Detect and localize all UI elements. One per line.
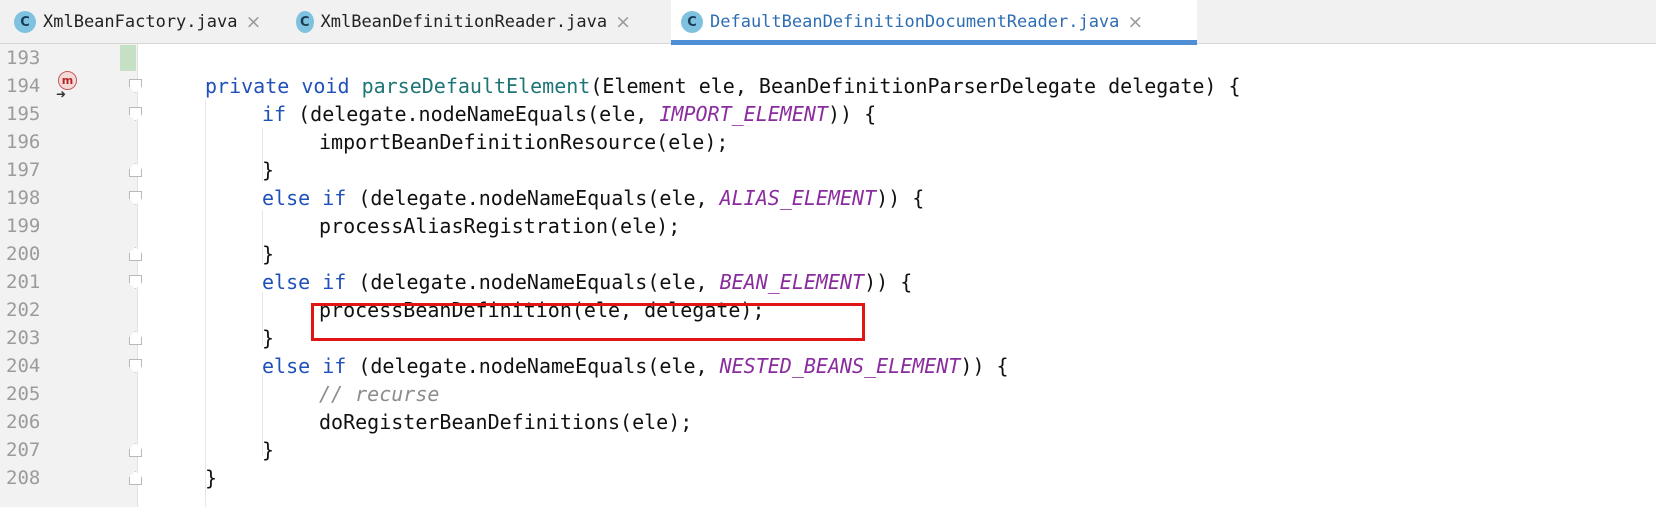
code-line: 194 m ➜ private void parseDefaultElement…: [0, 71, 1656, 101]
code-text: doRegisterBeanDefinitions(ele);: [319, 410, 693, 434]
code-line: 205 // recurse: [0, 380, 1656, 408]
fold-close-icon[interactable]: [129, 471, 142, 485]
comment-text: // recurse: [319, 382, 440, 406]
fold-open-icon[interactable]: [129, 275, 142, 289]
tab-xml-bean-definition-reader[interactable]: C XmlBeanDefinitionReader.java ×: [282, 0, 631, 44]
code-line: 206 doRegisterBeanDefinitions(ele);: [0, 408, 1656, 436]
tab-label: XmlBeanDefinitionReader.java: [320, 12, 608, 32]
code-text: processAliasRegistration(ele);: [319, 214, 681, 238]
code-line: 208 }: [0, 464, 1656, 492]
line-number: 200: [6, 243, 41, 265]
line-number: 205: [6, 383, 41, 405]
code-line: 199 processAliasRegistration(ele);: [0, 212, 1656, 240]
line-number: 199: [6, 215, 41, 237]
highlight-box: [311, 303, 865, 341]
code-line: 193: [0, 44, 1656, 72]
current-line-marker: [120, 45, 136, 71]
code-text: private void parseDefaultElement(Element…: [205, 74, 1241, 98]
fold-close-icon[interactable]: [129, 163, 142, 177]
fold-open-icon[interactable]: [129, 359, 142, 373]
close-icon[interactable]: ×: [245, 11, 261, 33]
line-number: 207: [6, 439, 41, 461]
fold-open-icon[interactable]: [129, 107, 142, 121]
code-text: }: [262, 242, 275, 266]
line-number: 195: [6, 103, 41, 125]
fold-close-icon[interactable]: [129, 247, 142, 261]
class-icon: C: [14, 11, 36, 33]
line-number: 198: [6, 187, 41, 209]
line-number: 206: [6, 411, 41, 433]
code-text: }: [262, 326, 275, 350]
tab-label: DefaultBeanDefinitionDocumentReader.java: [710, 12, 1120, 32]
code-line: 200 }: [0, 240, 1656, 268]
code-text: else if (delegate.nodeNameEquals(ele, BE…: [262, 270, 913, 294]
code-text: else if (delegate.nodeNameEquals(ele, AL…: [262, 186, 925, 210]
tab-default-bean-definition-document-reader[interactable]: C DefaultBeanDefinitionDocumentReader.ja…: [671, 0, 1197, 45]
line-number: 194: [6, 75, 41, 97]
editor-tab-bar: C XmlBeanFactory.java × C XmlBeanDefinit…: [0, 0, 1656, 45]
line-number: 201: [6, 271, 41, 293]
line-number: 202: [6, 299, 41, 321]
fold-close-icon[interactable]: [129, 443, 142, 457]
line-number: 208: [6, 467, 41, 489]
line-number: 203: [6, 327, 41, 349]
code-line: 198 else if (delegate.nodeNameEquals(ele…: [0, 184, 1656, 212]
code-text: if (delegate.nodeNameEquals(ele, IMPORT_…: [262, 102, 877, 126]
line-number: 197: [6, 159, 41, 181]
code-line: 196 importBeanDefinitionResource(ele);: [0, 128, 1656, 156]
class-icon: C: [681, 11, 703, 33]
line-number: 196: [6, 131, 41, 153]
fold-close-icon[interactable]: [129, 331, 142, 345]
code-text: else if (delegate.nodeNameEquals(ele, NE…: [262, 354, 1009, 378]
tab-label: XmlBeanFactory.java: [43, 12, 238, 32]
code-line: 204 else if (delegate.nodeNameEquals(ele…: [0, 352, 1656, 380]
line-number: 204: [6, 355, 41, 377]
code-line: 201 else if (delegate.nodeNameEquals(ele…: [0, 268, 1656, 296]
code-editor[interactable]: 193 194 m ➜ private void parseDefaultEle…: [0, 44, 1656, 507]
code-line: 197 }: [0, 156, 1656, 184]
fold-open-icon[interactable]: [129, 79, 142, 93]
code-text: importBeanDefinitionResource(ele);: [319, 130, 729, 154]
class-icon: C: [296, 11, 314, 33]
code-text: }: [205, 466, 218, 490]
line-number: 193: [6, 47, 41, 69]
code-text: }: [262, 158, 275, 182]
code-line: 207 }: [0, 436, 1656, 464]
tab-xml-bean-factory[interactable]: C XmlBeanFactory.java ×: [0, 0, 278, 44]
code-text: }: [262, 438, 275, 462]
override-arrow-icon[interactable]: ➜: [56, 87, 66, 101]
close-icon[interactable]: ×: [1127, 11, 1143, 33]
fold-open-icon[interactable]: [129, 191, 142, 205]
code-line: 195 if (delegate.nodeNameEquals(ele, IMP…: [0, 100, 1656, 128]
close-icon[interactable]: ×: [615, 11, 631, 33]
